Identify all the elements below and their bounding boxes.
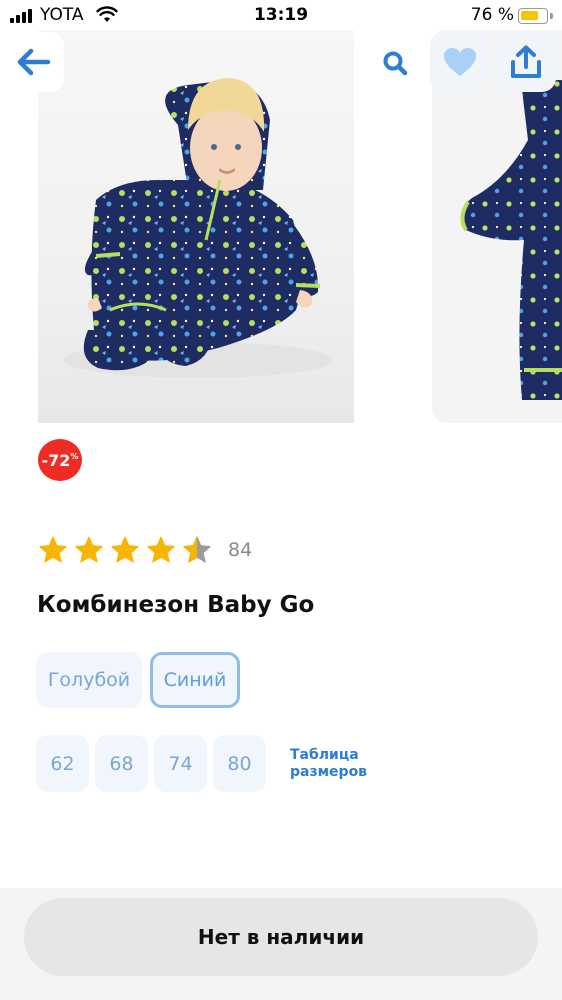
battery-cap xyxy=(550,13,553,19)
color-option-dark-blue-selected[interactable]: Синий xyxy=(150,652,240,708)
star-full-icon xyxy=(111,536,139,563)
share-icon xyxy=(511,45,541,78)
star-full-icon xyxy=(75,536,103,563)
baby-snowsuit-image xyxy=(63,78,333,378)
star-full-icon xyxy=(147,536,175,563)
out-of-stock-button[interactable]: Нет в наличии xyxy=(24,898,538,976)
size-table-link-line2: размеров xyxy=(290,763,368,780)
size-selector: 62 68 74 80 Таблица размеров xyxy=(36,735,367,792)
product-photo-main[interactable] xyxy=(38,30,354,423)
share-button[interactable] xyxy=(496,32,556,92)
status-bar: YOTA 13:19 76 % xyxy=(0,0,562,30)
product-rating[interactable]: 84 xyxy=(38,533,252,567)
discount-value: -72 xyxy=(41,450,71,470)
review-count: 84 xyxy=(228,539,253,561)
size-option-68[interactable]: 68 xyxy=(95,735,148,792)
heart-icon xyxy=(444,48,476,76)
favorite-button[interactable] xyxy=(430,32,490,92)
product-title: Комбинезон Baby Go xyxy=(37,592,315,618)
size-option-80[interactable]: 80 xyxy=(213,735,266,792)
search-button[interactable] xyxy=(370,36,420,90)
star-full-icon xyxy=(39,536,67,563)
size-option-74[interactable]: 74 xyxy=(154,735,207,792)
star-half-icon xyxy=(183,536,211,563)
size-table-link-line1: Таблица xyxy=(290,746,359,763)
discount-unit: % xyxy=(70,451,79,461)
size-table-link[interactable]: Таблица размеров xyxy=(290,747,367,781)
back-button[interactable] xyxy=(4,32,64,92)
search-icon xyxy=(383,51,408,76)
discount-badge: -72% xyxy=(38,439,82,481)
color-option-light-blue[interactable]: Голубой xyxy=(36,652,142,708)
battery-percent: 76 % xyxy=(470,5,514,25)
color-selector: Голубой Синий xyxy=(36,652,248,708)
battery-icon xyxy=(518,8,548,24)
arrow-left-icon xyxy=(17,48,51,76)
size-option-62[interactable]: 62 xyxy=(36,735,89,792)
